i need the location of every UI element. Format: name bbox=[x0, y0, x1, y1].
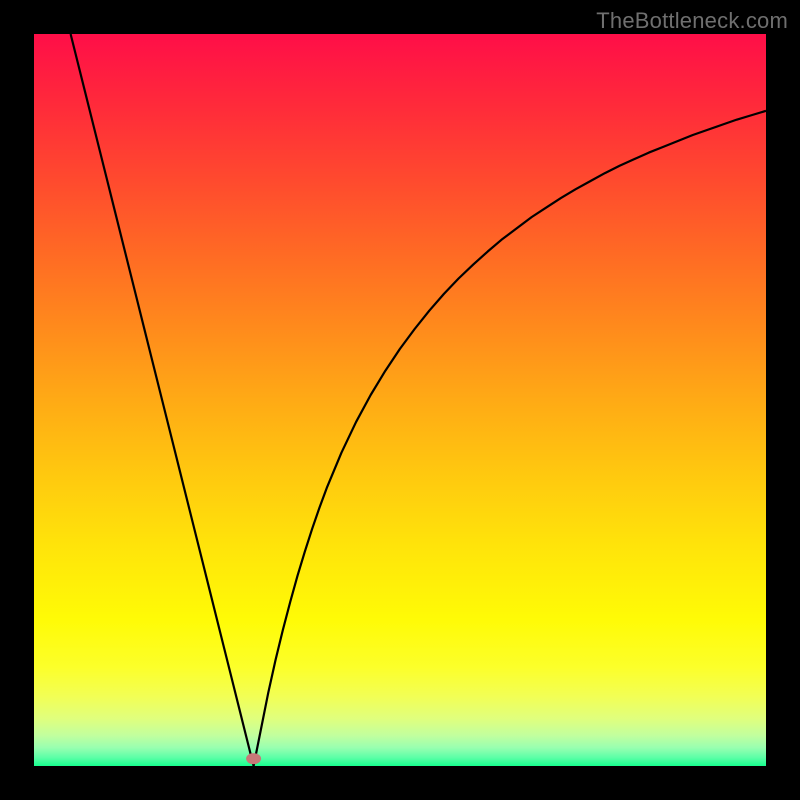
optimum-marker bbox=[246, 753, 261, 764]
plot-area bbox=[34, 34, 766, 766]
gradient-background bbox=[34, 34, 766, 766]
chart-svg bbox=[34, 34, 766, 766]
chart-frame: TheBottleneck.com bbox=[0, 0, 800, 800]
watermark: TheBottleneck.com bbox=[596, 8, 788, 34]
